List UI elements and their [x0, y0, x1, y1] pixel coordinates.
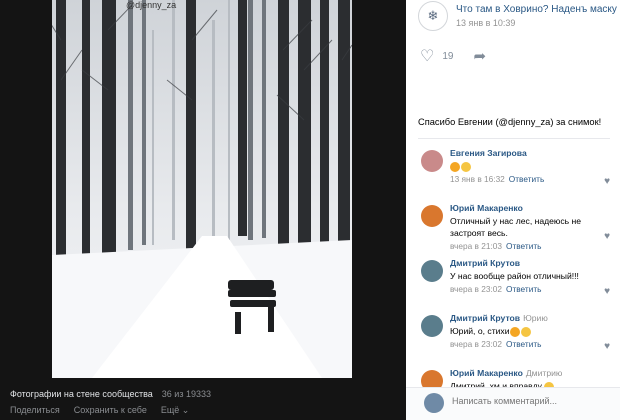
album-link[interactable]: Фотографии на стене сообщества [10, 389, 153, 399]
comment-text-content: Юрий, о, стихи [450, 326, 510, 336]
comment-text: Юрий, о, стихи [450, 325, 610, 337]
comment-like-heart-icon[interactable]: ♥ [604, 231, 610, 242]
comment-item: Дмитрий Крутов У нас вообще район отличн… [406, 250, 620, 305]
comment-author[interactable]: Дмитрий Крутов [450, 258, 610, 268]
reply-link[interactable]: Ответить [509, 174, 544, 184]
divider [418, 138, 610, 139]
post-sidebar: ❄ Что там в Ховрино? Наденъ маску 13 янв… [406, 0, 620, 420]
save-button[interactable]: Сохранить к себе [74, 405, 147, 415]
group-avatar[interactable]: ❄ [418, 1, 448, 31]
photo-viewer: @djenny_za Фотографии на стене сообществ… [0, 0, 406, 420]
share-button[interactable]: Поделиться [10, 405, 60, 415]
post-caption: Спасибо Евгении (@djenny_za) за снимок! [418, 117, 602, 127]
viewer-actions: Поделиться Сохранить к себе Ещё [10, 402, 406, 418]
comments-list: Евгения Загирова 13 янв в 16:32 Ответить … [406, 140, 620, 415]
comment-avatar[interactable] [421, 205, 443, 227]
comment-like-heart-icon[interactable]: ♥ [604, 341, 610, 352]
comment-item: Евгения Загирова 13 янв в 16:32 Ответить … [406, 140, 620, 195]
post-date[interactable]: 13 янв в 10:39 [456, 18, 617, 28]
comment-like-heart-icon[interactable]: ♥ [604, 176, 610, 187]
comment-input[interactable] [452, 396, 602, 406]
likes-count[interactable]: 19 [442, 51, 453, 62]
emoji-icon [509, 326, 520, 337]
author-name[interactable]: Дмитрий Крутов [450, 258, 520, 268]
comment-like-heart-icon[interactable]: ♥ [604, 286, 610, 297]
comment-author[interactable]: Юрий Макаренко [450, 203, 610, 213]
album-row: Фотографии на стене сообщества 36 из 193… [10, 386, 406, 402]
comment-text: Отличный у нас лес, надеюсь не застроят … [450, 216, 582, 238]
post-photo[interactable]: @djenny_za [52, 0, 352, 378]
current-user-avatar[interactable] [424, 393, 444, 413]
comment-avatar[interactable] [421, 150, 443, 172]
comment-item: Юрий Макаренко Отличный у нас лес, надею… [406, 195, 620, 251]
share-arrow-icon[interactable]: ➦ [473, 47, 486, 65]
comment-text [450, 160, 610, 172]
group-logo-icon: ❄ [427, 8, 439, 23]
more-button[interactable]: Ещё [161, 405, 189, 416]
comment-date[interactable]: 13 янв в 16:32 [450, 174, 505, 184]
comment-avatar[interactable] [421, 260, 443, 282]
comment-footer: 13 янв в 16:32 Ответить [450, 174, 610, 184]
emoji-icon [520, 326, 531, 337]
comment-author[interactable]: Дмитрий Крутов Юрию [450, 313, 610, 323]
author-name[interactable]: Юрий Макаренко [450, 368, 523, 378]
post-actions: ♡ 19 ➦ [420, 46, 486, 66]
author-name[interactable]: Дмитрий Крутов [450, 313, 520, 323]
comment-author[interactable]: Евгения Загирова [450, 148, 610, 158]
reply-link[interactable]: Ответить [506, 339, 541, 349]
reply-box [406, 387, 620, 420]
reply-link[interactable]: Ответить [506, 284, 541, 294]
viewer-footer: Фотографии на стене сообщества 36 из 193… [10, 386, 406, 418]
author-name[interactable]: Евгения Загирова [450, 148, 527, 158]
comment-footer: вчера в 23:02 Ответить [450, 284, 610, 294]
post-meta: Что там в Ховрино? Наденъ маску 13 янв в… [456, 4, 617, 28]
emoji-icon [450, 161, 460, 172]
reply-to-label: Дмитрию [525, 368, 563, 378]
comment-text: У нас вообще район отличный!!! [450, 271, 579, 281]
photo-watermark: @djenny_za [126, 0, 177, 10]
author-name[interactable]: Юрий Макаренко [450, 203, 523, 213]
comment-item: Дмитрий Крутов Юрию Юрий, о, стихи вчера … [406, 305, 620, 360]
reply-to-label: Юрию [523, 313, 548, 323]
like-heart-icon[interactable]: ♡ [420, 46, 434, 66]
comment-avatar[interactable] [421, 315, 443, 337]
comment-author[interactable]: Юрий Макаренко Дмитрию [450, 368, 610, 378]
group-name-link[interactable]: Что там в Ховрино? Наденъ маску [456, 4, 617, 15]
post-header: ❄ Что там в Ховрино? Наденъ маску 13 янв… [418, 0, 617, 32]
snowy-forest-image [52, 0, 352, 378]
emoji-icon [461, 161, 471, 172]
comment-date[interactable]: вчера в 23:02 [450, 339, 502, 349]
photo-counter: 36 из 19333 [161, 389, 211, 399]
comment-footer: вчера в 23:02 Ответить [450, 339, 610, 349]
comment-date[interactable]: вчера в 23:02 [450, 284, 502, 294]
